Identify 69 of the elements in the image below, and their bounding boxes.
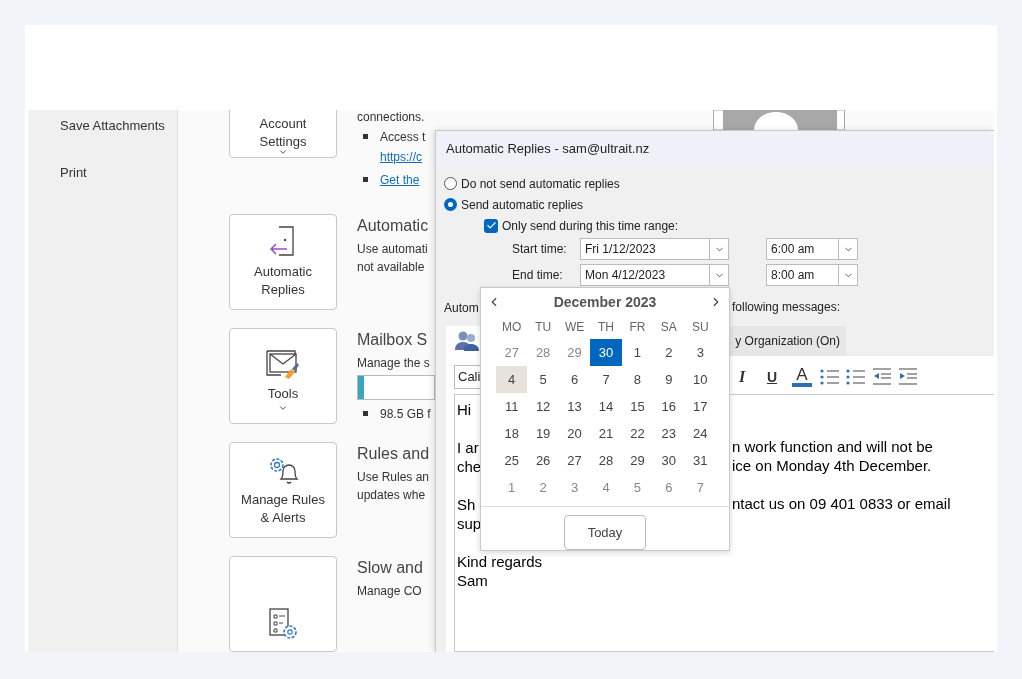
message-text: ntact us on 09 401 0833 or email <box>732 494 951 515</box>
bullet-icon <box>363 134 368 139</box>
message-text: Kind regards <box>457 552 543 570</box>
bullet-text: Access t <box>380 128 426 146</box>
bullet-list-icon[interactable] <box>819 368 841 386</box>
weekday-label: TU <box>534 319 553 336</box>
section-heading: Automatic <box>357 216 429 236</box>
option-card[interactable]: Manage Rules & Alerts <box>229 442 337 538</box>
outdent-icon[interactable] <box>871 368 893 386</box>
link[interactable]: Get the <box>380 170 420 189</box>
reply-label: Autom <box>444 301 479 315</box>
time-field[interactable]: 6:00 am <box>766 238 839 260</box>
message-text: Hi <box>457 400 472 418</box>
time-label: Start time: <box>512 241 568 258</box>
date-field[interactable]: Mon 4/12/2023 <box>580 264 710 286</box>
checkbox-option[interactable]: Only send during this time range: <box>484 215 679 236</box>
underline-button[interactable]: U <box>759 366 785 388</box>
radio-option[interactable]: Send automatic replies <box>444 194 584 215</box>
option-card[interactable]: Account Settings <box>229 110 337 158</box>
section-heading: Slow and <box>357 558 423 578</box>
numbered-list-icon[interactable] <box>845 368 867 386</box>
message-text: n work function and will not be <box>732 437 933 458</box>
section-heading: Rules and <box>357 444 430 464</box>
date-field[interactable]: Fri 1/12/2023 <box>580 238 710 260</box>
reply-label: following messages: <box>732 299 841 316</box>
bullet-text: 98.5 GB f <box>380 405 431 423</box>
today-button[interactable]: Today <box>564 515 646 550</box>
section-text: updates whe <box>357 487 426 504</box>
calendar-day[interactable]: 30 <box>590 339 622 366</box>
section-text: connections. <box>357 110 425 126</box>
message-text: Sh <box>457 495 476 513</box>
time-field[interactable]: 8:00 am <box>766 264 839 286</box>
section-text: Manage CO <box>357 583 422 600</box>
people-icon <box>454 330 480 352</box>
font-color-button[interactable]: A <box>789 366 815 388</box>
list-gear-icon <box>266 607 300 641</box>
italic-button[interactable]: I <box>729 366 755 388</box>
weekday-label: TH <box>597 319 615 336</box>
section-text: Manage the s <box>357 355 430 372</box>
weekday-label: MO <box>501 319 523 336</box>
card-label: Manage Rules & Alerts <box>240 491 326 527</box>
time-label: End time: <box>512 267 564 284</box>
option-card[interactable] <box>229 556 337 652</box>
message-text: che <box>457 457 482 475</box>
message-text: sup <box>457 514 482 532</box>
bullet-icon <box>363 411 368 416</box>
section-heading: Mailbox S <box>357 330 429 350</box>
section-text: Use automati <box>357 241 428 258</box>
option-card[interactable]: Tools <box>229 328 337 424</box>
sidebar-item[interactable]: Print <box>60 162 177 182</box>
section-text: not available <box>357 259 425 276</box>
month-title: December 2023 <box>553 292 657 312</box>
bullet-icon <box>363 177 368 182</box>
indent-icon[interactable] <box>897 368 919 386</box>
card-label: Tools <box>266 385 300 403</box>
radio-option[interactable]: Do not send automatic replies <box>444 173 620 194</box>
sidebar-item[interactable]: Save Attachments <box>60 116 177 136</box>
dialog-title: Automatic Replies - sam@ultrait.nz <box>446 139 650 158</box>
envelope-brush-icon <box>265 349 301 381</box>
card-label: Automatic Replies <box>253 263 313 299</box>
calendar-day[interactable]: 4 <box>496 366 528 393</box>
link[interactable]: https://c <box>380 147 423 168</box>
message-text: ice on Monday 4th December. <box>732 456 932 477</box>
message-text: I ar <box>457 438 479 456</box>
option-card[interactable]: Automatic Replies <box>229 214 337 310</box>
section-text: Use Rules an <box>357 469 430 486</box>
message-text: Sam <box>457 571 488 589</box>
card-label: Account Settings <box>258 115 308 151</box>
weekday-label: WE <box>563 319 586 336</box>
